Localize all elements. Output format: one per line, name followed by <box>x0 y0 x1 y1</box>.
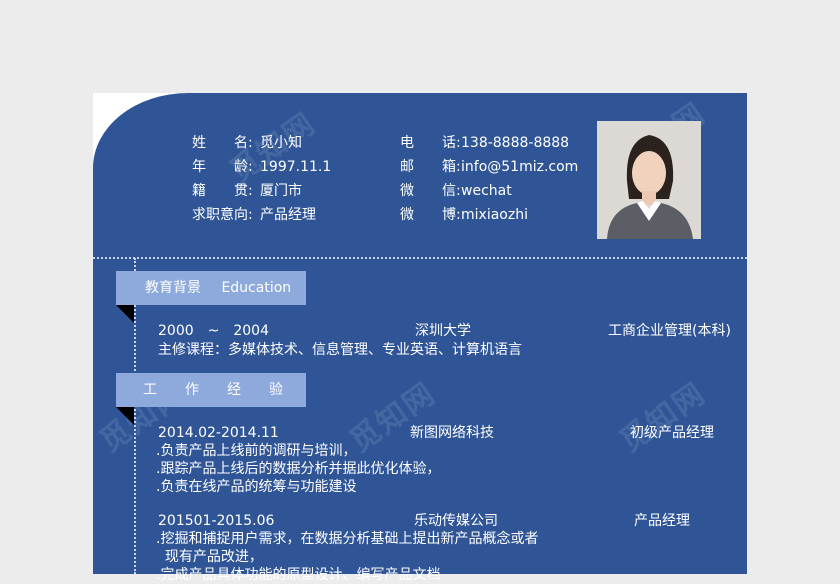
edu-major: 工商企业管理(本科) <box>608 323 731 339</box>
job-duty: 现有产品改进， <box>156 549 263 565</box>
work-header: 工 作 经 验 <box>116 373 306 407</box>
weibo-value: mixiaozhi <box>461 207 528 223</box>
phone-value: 138-8888-8888 <box>461 135 570 151</box>
job-duty: .负责在线产品的统筹与功能建设 <box>156 479 357 495</box>
wechat-value: wechat <box>461 183 512 199</box>
education-title: 教育背景 <box>145 280 201 296</box>
origin-label: 籍 贯: <box>192 183 253 199</box>
job-duty: .完成产品具体功能的原型设计、编写产品文档 <box>156 567 441 583</box>
weibo-label: 微 博: <box>400 207 461 223</box>
edu-school: 深圳大学 <box>415 323 471 339</box>
work-title: 工 作 经 验 <box>143 382 283 398</box>
name-label: 姓 名: <box>192 135 253 151</box>
email-value: info@51miz.com <box>461 159 579 175</box>
education-header: 教育背景 Education <box>116 271 306 305</box>
edu-courses: 主修课程：多媒体技术、信息管理、专业英语、计算机语言 <box>158 342 522 358</box>
job-duty: .挖掘和捕捉用户需求，在数据分析基础上提出新产品概念或者 <box>156 531 539 547</box>
job-role: 产品经理 <box>634 513 690 529</box>
phone-label: 电 话: <box>400 135 461 151</box>
wechat-label: 微 信: <box>400 183 461 199</box>
job-company: 新图网络科技 <box>410 425 494 441</box>
birth-value: 1997.11.1 <box>260 159 332 175</box>
name-value: 觅小知 <box>260 135 302 151</box>
job-period: 201501-2015.06 <box>158 513 275 529</box>
ribbon-fold <box>116 305 134 323</box>
watermark: 觅知网 <box>613 376 713 460</box>
intent-value: 产品经理 <box>260 207 316 223</box>
intent-label: 求职意向: <box>192 207 253 223</box>
job-company: 乐动传媒公司 <box>414 513 498 529</box>
portrait-image <box>597 121 701 239</box>
education-title-en: Education <box>221 280 292 296</box>
origin-value: 厦门市 <box>260 183 302 199</box>
edu-period: 2000 ~ 2004 <box>158 323 269 339</box>
job-duty: .负责产品上线前的调研与培训， <box>156 443 357 459</box>
job-duty: .跟踪产品上线后的数据分析并据此优化体验， <box>156 461 441 477</box>
profile-photo <box>597 121 701 239</box>
email-label: 邮 箱: <box>400 159 461 175</box>
age-label: 年 龄: <box>192 159 253 175</box>
job-role: 初级产品经理 <box>630 425 714 441</box>
timeline-line <box>134 258 136 574</box>
ribbon-fold <box>116 407 134 425</box>
job-period: 2014.02-2014.11 <box>158 425 279 441</box>
divider-line <box>93 257 747 259</box>
